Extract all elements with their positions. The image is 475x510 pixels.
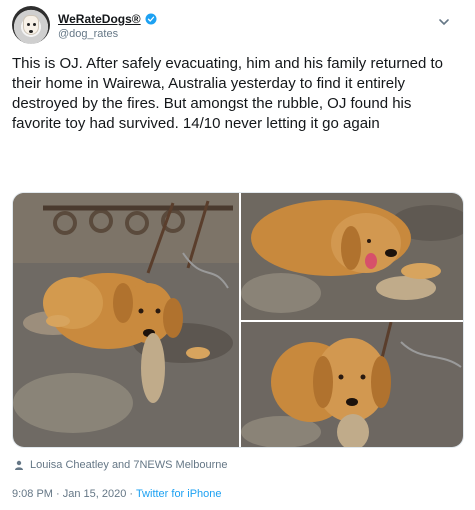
tweet-timestamp[interactable]: 9:08 PM · Jan 15, 2020 · xyxy=(12,488,136,500)
tweet-source-link[interactable]: Twitter for iPhone xyxy=(136,488,222,500)
tweet-header: WeRateDogs® @dog_rates xyxy=(12,6,452,46)
media-credit: Louisa Cheatley and 7NEWS Melbourne xyxy=(14,458,228,472)
media-grid xyxy=(12,192,464,448)
avatar-eye-left xyxy=(27,23,30,26)
photo-dog-lying[interactable] xyxy=(241,193,463,320)
photo-image xyxy=(241,322,463,447)
name-row: WeRateDogs® xyxy=(58,11,157,27)
avatar-nose xyxy=(29,30,33,33)
chevron-down-icon[interactable] xyxy=(438,16,450,28)
tweet-text: This is OJ. After safely evacuating, him… xyxy=(12,55,448,132)
photo-image xyxy=(13,193,239,447)
photo-image xyxy=(241,193,463,320)
verified-badge-icon xyxy=(145,13,157,25)
photo-dog-close-up[interactable] xyxy=(241,322,463,447)
user-handle[interactable]: @dog_rates xyxy=(58,28,118,40)
avatar-eye-right xyxy=(33,23,36,26)
person-icon xyxy=(15,460,23,470)
photo-dog-with-toy[interactable] xyxy=(13,193,239,447)
display-name[interactable]: WeRateDogs® xyxy=(58,12,141,26)
avatar[interactable] xyxy=(12,6,50,44)
tweet-meta: 9:08 PM · Jan 15, 2020 · Twitter for iPh… xyxy=(12,488,222,500)
media-credit-text[interactable]: Louisa Cheatley and 7NEWS Melbourne xyxy=(30,459,228,471)
